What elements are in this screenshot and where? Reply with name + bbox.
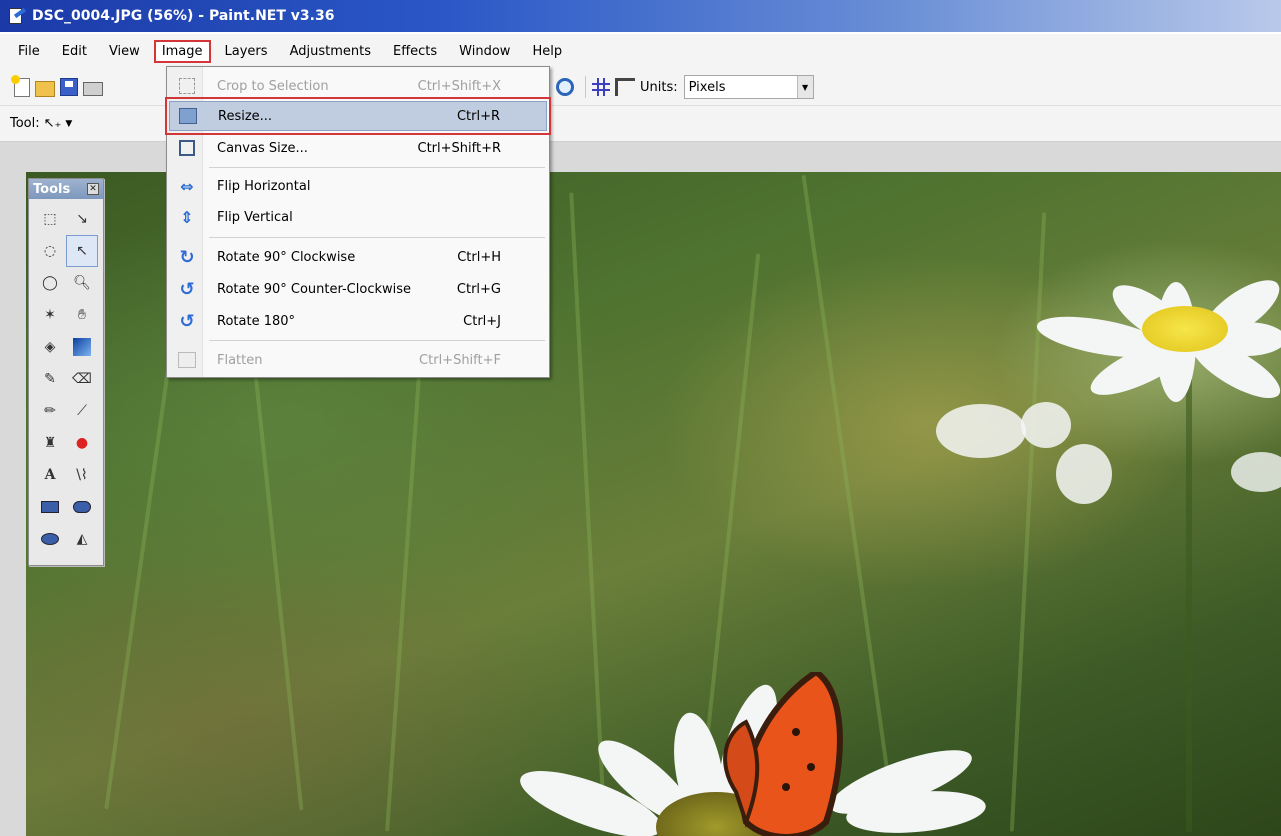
- text-icon[interactable]: A: [34, 459, 66, 491]
- chevron-down-icon[interactable]: ▼: [65, 119, 72, 129]
- move-selection-icon[interactable]: ↖: [66, 235, 98, 267]
- units-select[interactable]: Pixels ▼: [683, 75, 814, 99]
- tool-label: Tool:: [10, 116, 40, 131]
- tools-palette: Tools ✕ ⬚ ↘ ◌ ↖ ◯ 🔍︎ ✶ ✋︎ ◈ ✎ ⌫ ✏ ⟋ ♜ ● …: [28, 178, 104, 566]
- butterfly-image: [723, 672, 843, 836]
- menu-adjustments[interactable]: Adjustments: [282, 40, 379, 63]
- menu-separator: [209, 340, 545, 341]
- move-selected-pixels-icon[interactable]: ↘: [66, 203, 98, 235]
- menu-image[interactable]: Image: [153, 39, 211, 63]
- freeform-shape-icon[interactable]: ◭: [66, 523, 98, 555]
- view-buttons: Units: Pixels ▼: [556, 74, 814, 100]
- menu-item-rotate-90-clockwise[interactable]: ↻ Rotate 90° Clockwise Ctrl+H: [169, 242, 547, 272]
- menu-layers[interactable]: Layers: [217, 40, 276, 63]
- clone-stamp-icon[interactable]: ♜: [34, 427, 66, 459]
- chevron-down-icon[interactable]: ▼: [796, 76, 813, 98]
- color-picker-icon[interactable]: ⟋: [66, 395, 98, 427]
- resize-icon: [179, 108, 197, 124]
- paintbrush-icon[interactable]: ✎: [34, 363, 66, 395]
- window-title: DSC_0004.JPG (56%) - Paint.NET v3.36: [32, 8, 335, 24]
- print-icon[interactable]: [83, 82, 103, 96]
- canvas-size-icon: [179, 140, 195, 156]
- tools-palette-header[interactable]: Tools ✕: [29, 179, 103, 199]
- save-icon[interactable]: [60, 78, 78, 96]
- close-icon[interactable]: ✕: [87, 183, 99, 195]
- rotate-clockwise-icon: ↻: [179, 246, 195, 268]
- menu-view[interactable]: View: [101, 40, 148, 63]
- menu-bar: File Edit View Image Layers Adjustments …: [0, 34, 1281, 68]
- tools-grid: ⬚ ↘ ◌ ↖ ◯ 🔍︎ ✶ ✋︎ ◈ ✎ ⌫ ✏ ⟋ ♜ ● A \⌇ ◭: [29, 199, 103, 559]
- rounded-rectangle-icon[interactable]: [66, 491, 98, 523]
- toolbar-separator: [585, 76, 586, 98]
- menu-help[interactable]: Help: [524, 40, 570, 63]
- menu-item-resize[interactable]: Resize... Ctrl+R: [165, 97, 551, 135]
- menu-separator: [209, 237, 545, 238]
- menu-item-flip-vertical[interactable]: ⇕ Flip Vertical: [169, 202, 547, 232]
- rectangle-select-icon[interactable]: ⬚: [34, 203, 66, 235]
- flip-vertical-icon: ⇕: [180, 207, 194, 227]
- zoom-icon[interactable]: 🔍︎: [66, 267, 98, 299]
- menu-separator: [209, 167, 545, 168]
- tools-palette-title: Tools: [33, 181, 71, 197]
- menu-window[interactable]: Window: [451, 40, 518, 63]
- flip-horizontal-icon: ⇔: [180, 176, 194, 196]
- line-curve-icon[interactable]: \⌇: [66, 459, 98, 491]
- title-bar: DSC_0004.JPG (56%) - Paint.NET v3.36: [0, 0, 1281, 32]
- menu-item-flip-horizontal[interactable]: ⇔ Flip Horizontal: [169, 171, 547, 201]
- image-menu-dropdown: Crop to Selection Ctrl+Shift+X Resize...…: [165, 66, 551, 378]
- rotate-180-icon: ↺: [179, 310, 195, 332]
- units-label: Units:: [640, 79, 678, 95]
- menu-file[interactable]: File: [10, 40, 48, 63]
- menu-item-rotate-90-counter-clockwise[interactable]: ↺ Rotate 90° Counter-Clockwise Ctrl+G: [169, 274, 547, 304]
- menu-edit[interactable]: Edit: [54, 40, 95, 63]
- paint-net-app-icon: [8, 7, 27, 24]
- grid-icon[interactable]: [592, 78, 610, 96]
- recolor-icon[interactable]: ●: [66, 427, 98, 459]
- pan-icon[interactable]: ✋︎: [66, 299, 98, 331]
- ruler-icon[interactable]: [615, 78, 635, 96]
- open-file-icon[interactable]: [35, 80, 55, 97]
- ellipse-icon[interactable]: [34, 523, 66, 555]
- menu-item-crop-to-selection[interactable]: Crop to Selection Ctrl+Shift+X: [169, 71, 547, 101]
- crop-icon: [179, 78, 195, 94]
- rectangle-icon[interactable]: [34, 491, 66, 523]
- menu-item-flatten[interactable]: Flatten Ctrl+Shift+F: [169, 345, 547, 375]
- magic-wand-icon[interactable]: ✶: [34, 299, 66, 331]
- menu-item-canvas-size[interactable]: Canvas Size... Ctrl+Shift+R: [169, 133, 547, 163]
- paint-bucket-icon[interactable]: ◈: [34, 331, 66, 363]
- units-value: Pixels: [688, 79, 726, 95]
- file-buttons: [11, 74, 108, 100]
- flatten-icon: [178, 352, 196, 368]
- menu-item-rotate-180[interactable]: ↺ Rotate 180° Ctrl+J: [169, 306, 547, 336]
- ellipse-select-icon[interactable]: ◯: [34, 267, 66, 299]
- gradient-icon[interactable]: [66, 331, 98, 363]
- move-selection-icon[interactable]: ↖₊: [44, 116, 62, 131]
- eraser-icon[interactable]: ⌫: [66, 363, 98, 395]
- menu-effects[interactable]: Effects: [385, 40, 445, 63]
- rotate-counterclockwise-icon: ↺: [179, 278, 195, 300]
- zoom-in-icon[interactable]: [556, 78, 574, 96]
- pencil-icon[interactable]: ✏: [34, 395, 66, 427]
- lasso-select-icon[interactable]: ◌: [34, 235, 66, 267]
- new-image-icon[interactable]: [11, 74, 30, 97]
